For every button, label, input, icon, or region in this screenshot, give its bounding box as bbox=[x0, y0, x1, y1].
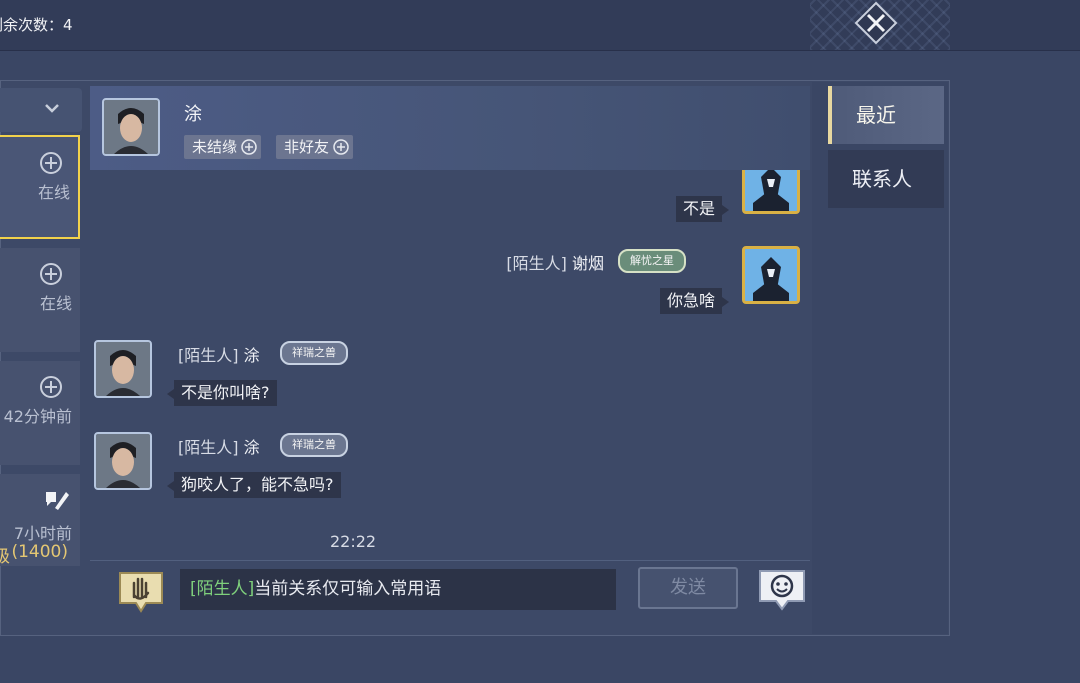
tag-label: 未结缘 bbox=[192, 138, 238, 156]
message-sender: [陌生人] 涂 bbox=[178, 434, 260, 458]
sender-name: 谢烟 bbox=[571, 254, 604, 273]
emoji-icon bbox=[759, 570, 805, 611]
close-button[interactable] bbox=[853, 0, 899, 46]
add-icon bbox=[241, 139, 257, 155]
message-timestamp: 22:22 bbox=[330, 532, 377, 551]
message-bubble: 狗咬人了，能不急吗? bbox=[167, 472, 341, 498]
add-icon bbox=[333, 139, 349, 155]
message-sender: [陌生人] 谢烟 bbox=[506, 250, 604, 274]
chevron-down-icon bbox=[45, 104, 59, 113]
add-friend-icon[interactable] bbox=[39, 151, 63, 175]
avatar[interactable] bbox=[742, 246, 800, 304]
tab-bar: 最近 联系人 bbox=[812, 82, 948, 634]
chat-header: 涂 未结缘 非好友 bbox=[90, 86, 810, 170]
sender-name: 涂 bbox=[243, 346, 260, 365]
relationship-tag[interactable]: 未结缘 bbox=[184, 135, 262, 159]
contact-filter-dropdown[interactable] bbox=[0, 88, 82, 132]
input-stranger-tag: [陌生人] bbox=[190, 579, 255, 599]
tab-recent[interactable]: 最近 bbox=[828, 86, 944, 144]
contact-status: 7小时前 bbox=[13, 524, 72, 543]
contact-status: 在线 bbox=[39, 294, 72, 313]
message-bubble: 不是你叫啥? bbox=[167, 380, 277, 406]
avatar[interactable] bbox=[102, 98, 160, 156]
tag-label: 非好友 bbox=[284, 138, 330, 156]
send-button[interactable]: 发送 bbox=[638, 567, 738, 609]
quick-phrase-button[interactable] bbox=[116, 569, 166, 615]
message-sender: [陌生人] 涂 bbox=[178, 342, 260, 366]
top-bar: 剩余次数：4 bbox=[0, 0, 1080, 51]
sender-tag: [陌生人] bbox=[178, 438, 239, 457]
friend-tag[interactable]: 非好友 bbox=[276, 135, 354, 159]
avatar[interactable] bbox=[94, 340, 152, 398]
message-bubble: 你急啥 bbox=[659, 288, 730, 314]
contact-item[interactable]: 在线 bbox=[0, 248, 80, 352]
contact-item[interactable]: 42分钟前 bbox=[0, 361, 80, 465]
contact-level-prefix: 级 bbox=[0, 547, 10, 567]
input-placeholder: 当前关系仅可输入常用语 bbox=[254, 579, 442, 599]
avatar[interactable] bbox=[742, 170, 800, 214]
title-badge: 解忧之星 bbox=[618, 249, 686, 273]
hand-icon bbox=[119, 572, 163, 613]
armor-avatar bbox=[745, 249, 797, 301]
contact-item[interactable]: 在线 bbox=[0, 135, 80, 239]
sender-name: 涂 bbox=[243, 438, 260, 457]
message-input[interactable]: [陌生人]当前关系仅可输入常用语 bbox=[180, 569, 616, 610]
message-bubble: 不是 bbox=[675, 196, 730, 222]
contact-item[interactable]: 7小时前 (1400) 级 bbox=[0, 474, 80, 567]
chat-edit-icon[interactable] bbox=[42, 486, 70, 514]
message-list[interactable]: 不是 [陌生人] 谢烟 解忧之星 你急啥 [陌生人] 涂 祥瑞之兽 不是你叫啥? bbox=[90, 170, 810, 560]
chat-partner-name: 涂 bbox=[184, 104, 202, 125]
remaining-count: 剩余次数：4 bbox=[0, 16, 73, 34]
contact-status: 在线 bbox=[37, 183, 70, 202]
armor-avatar bbox=[745, 170, 797, 211]
close-icon bbox=[854, 1, 898, 45]
add-friend-icon[interactable] bbox=[39, 262, 63, 286]
portrait-avatar bbox=[104, 100, 158, 154]
contact-status: 42分钟前 bbox=[3, 407, 72, 426]
sender-tag: [陌生人] bbox=[506, 254, 567, 273]
portrait-avatar bbox=[96, 342, 150, 396]
portrait-avatar bbox=[96, 434, 150, 488]
avatar[interactable] bbox=[94, 432, 152, 490]
title-badge: 祥瑞之兽 bbox=[280, 433, 348, 457]
add-friend-icon[interactable] bbox=[39, 375, 63, 399]
contact-list: 在线 在线 42分钟前 7小时前 (1400) 级 bbox=[0, 82, 82, 634]
tab-contacts[interactable]: 联系人 bbox=[828, 150, 944, 208]
emoji-button[interactable] bbox=[756, 567, 808, 613]
sender-tag: [陌生人] bbox=[178, 346, 239, 365]
title-badge: 祥瑞之兽 bbox=[280, 341, 348, 365]
message-input-bar: [陌生人]当前关系仅可输入常用语 发送 bbox=[90, 560, 810, 633]
contact-level: (1400) bbox=[11, 542, 68, 562]
